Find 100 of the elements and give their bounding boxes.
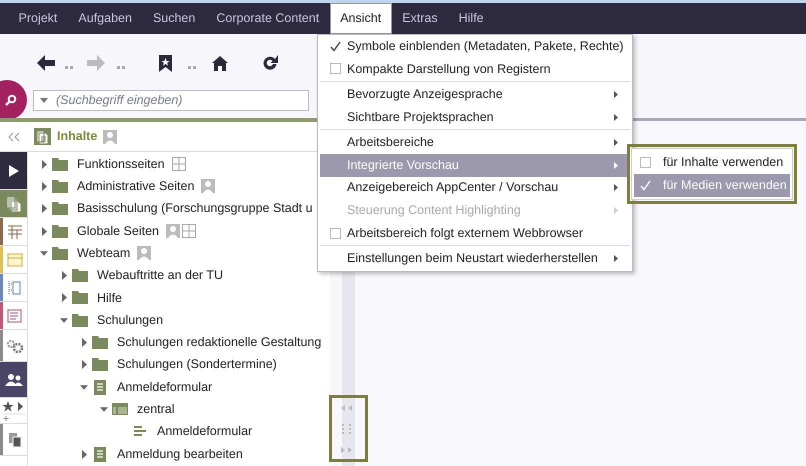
menu-item[interactable]: Symbole einblenden (Metadaten, Pakete, Rechte) [320,35,630,58]
expand-triangle-icon[interactable] [42,182,46,191]
sidebar-item[interactable] [0,424,27,456]
menu-item[interactable]: Suchen [142,3,206,34]
person-icon [201,179,216,194]
users-icon [4,372,22,386]
menu-item[interactable]: Hilfe [448,3,494,34]
submenu-arrow-icon [614,162,618,169]
collapse-icon[interactable] [8,132,20,142]
menu-item[interactable]: Projekt [8,3,68,34]
menu-item[interactable]: Einstellungen beim Neustart wiederherstellen [320,247,630,270]
tree-item[interactable]: Hilfe [97,288,122,308]
submenu-arrow-icon [614,139,618,146]
expand-triangle-icon[interactable] [82,338,86,348]
expand-triangle-icon[interactable] [82,450,86,458]
text-lines-icon [134,426,146,438]
page-icon [94,380,106,395]
menu-item[interactable]: Arbeitsbereiche [320,131,630,154]
folder-icon [52,246,68,260]
search-field[interactable]: (Suchbegriff eingeben) [33,90,309,110]
menu-item[interactable]: Ansicht [330,3,392,34]
checkbox-icon[interactable] [640,157,651,168]
card-icon [7,252,23,266]
collapse-triangle-icon[interactable] [100,406,108,412]
tree-item[interactable]: Basisschulung (Forschungsgruppe Stadt u [77,199,313,218]
collapse-triangle-icon[interactable] [60,318,68,323]
person-icon [166,224,180,238]
submenu-arrow-icon [614,184,618,192]
menu-item[interactable]: Arbeitsbereich folgt externem Webbrowser [320,222,630,244]
checkbox-icon[interactable] [330,63,341,74]
grip-icon[interactable] [341,403,355,455]
menu-item[interactable]: Corporate Content [206,3,330,34]
person-icon [103,130,118,144]
expand-triangle-icon[interactable] [82,360,86,370]
submenu-arrow-icon [614,206,618,214]
folder-icon [92,336,108,350]
tree-item[interactable]: Schulungen [97,310,164,330]
dropdown-dots-icon[interactable] [65,66,73,68]
menu-item[interactable]: Bevorzugte Anzeigesprache [320,83,630,106]
expand-triangle-icon[interactable] [62,271,66,280]
folder-icon [72,314,88,327]
bookmark-icon[interactable] [159,54,172,72]
search-icon [5,94,17,106]
checkmark-icon[interactable] [330,40,341,52]
tree-item[interactable]: Funktionsseiten [77,154,165,174]
caret-icon[interactable] [40,98,48,102]
folder-icon [52,158,68,171]
home-icon[interactable] [212,56,228,70]
tree-item[interactable]: zentral [137,400,175,419]
table-icon [7,224,23,238]
folder-icon [92,358,108,372]
tree-item[interactable]: Anmeldung bearbeiten [117,444,243,464]
menu-item[interactable]: Kompakte Darstellung von Registern [320,58,630,80]
menu-item[interactable]: für Inhalte verwenden [634,151,790,174]
menu-item[interactable]: Aufgaben [68,3,142,34]
submenu-arrow-icon [614,114,618,121]
sidebar-item[interactable] [0,362,27,398]
folder-icon [52,224,68,238]
tree-item[interactable]: Administrative Seiten [77,177,194,196]
tree-item[interactable]: Anmeldeformular [157,422,252,442]
submenu-arrow-icon [614,255,618,262]
back-arrow-icon[interactable] [37,55,55,71]
folder-icon [52,202,68,216]
panel-title: Inhalte [57,128,98,146]
tree-item[interactable]: Webauftritte an der TU [97,266,223,285]
expand-triangle-icon[interactable] [42,204,46,214]
dropdown-dots-icon[interactable] [117,66,125,68]
submenu-arrow-icon [614,90,618,98]
folder-icon [72,269,88,282]
expand-triangle-icon[interactable] [62,293,66,302]
tree-item[interactable]: Globale Seiten [77,222,160,240]
gears-icon [6,338,24,352]
page-icon [94,446,106,462]
dropdown-dots-icon[interactable] [188,66,196,68]
tree-item[interactable]: Schulungen (Sondertermine) [117,355,277,374]
checkbox-icon[interactable] [330,228,341,239]
menu-item[interactable]: Anzeigebereich AppCenter / Vorschau [320,176,630,200]
folder-icon [72,291,88,304]
tree-item[interactable]: Webteam [77,244,130,263]
list-icon [7,308,23,322]
expand-triangle-icon[interactable] [42,226,46,236]
reload-icon[interactable] [262,55,278,71]
highlight-frame [329,395,368,462]
pages-icon [34,128,51,145]
tree-item[interactable]: Schulungen redaktionelle Gestaltung [117,333,322,352]
collapse-triangle-icon[interactable] [40,250,48,256]
grid-icon [182,224,196,238]
folder-icon [52,180,68,193]
menu-item[interactable]: Extras [392,3,448,34]
layout-icon [112,403,128,416]
sidebar-item[interactable] [0,398,27,424]
expand-triangle-icon[interactable] [42,160,46,169]
person-icon [137,246,152,260]
menu-item[interactable]: Sichtbare Projektsprachen [320,106,630,128]
play-icon [8,164,18,176]
collapse-triangle-icon[interactable] [80,384,88,390]
document-tree-icon [8,280,22,296]
sidebar-item[interactable] [0,152,27,190]
pages-icon [6,196,22,212]
tree-item[interactable]: Anmeldeformular [117,378,212,396]
